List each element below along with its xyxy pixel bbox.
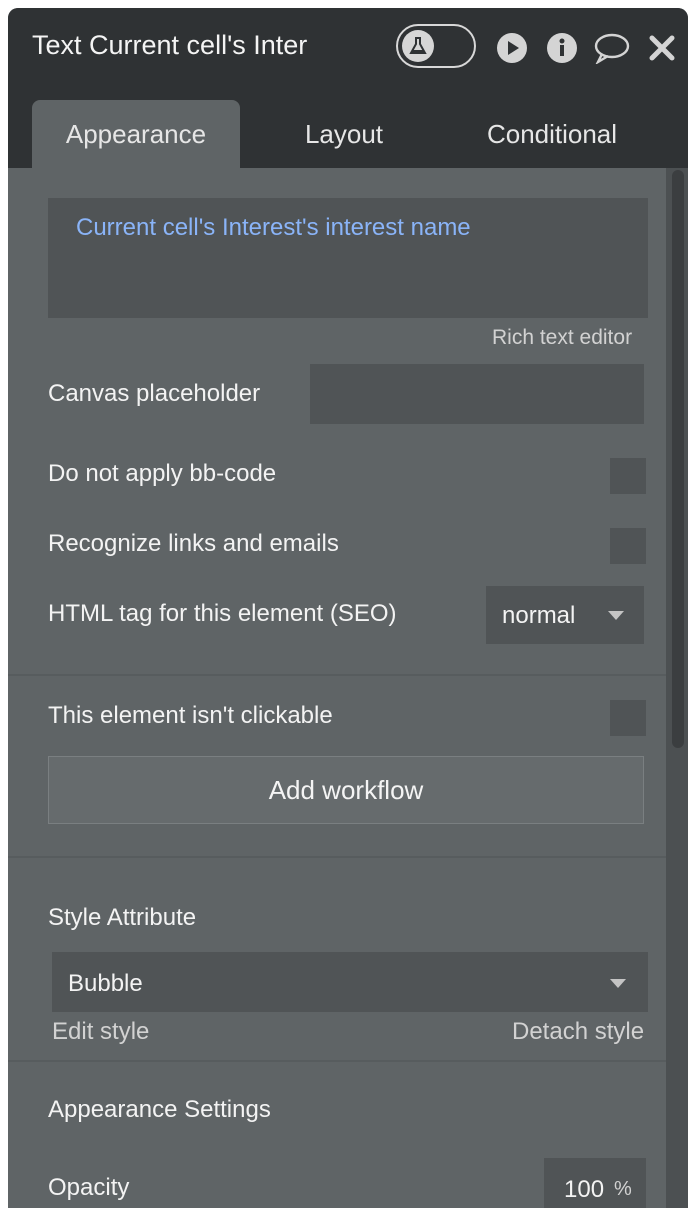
appearance-settings-heading: Appearance Settings xyxy=(48,1096,271,1123)
text-content-editor[interactable]: Current cell's Interest's interest name xyxy=(48,198,648,318)
section-divider xyxy=(8,674,666,676)
test-mode-toggle[interactable] xyxy=(396,24,476,68)
section-divider xyxy=(8,856,666,858)
chevron-down-icon xyxy=(610,979,626,988)
close-icon[interactable] xyxy=(648,32,676,64)
tab-layout[interactable]: Layout xyxy=(240,100,448,168)
html-tag-select[interactable]: normal xyxy=(486,586,644,644)
opacity-unit: % xyxy=(614,1178,632,1200)
play-icon[interactable] xyxy=(496,32,528,64)
not-clickable-checkbox[interactable] xyxy=(610,700,646,736)
style-select[interactable]: Bubble xyxy=(52,952,648,1012)
title-bar: Text Current cell's Inter xyxy=(8,8,688,86)
tab-bar: Appearance Layout Conditional xyxy=(8,86,688,168)
dynamic-expression[interactable]: Current cell's Interest's interest name xyxy=(76,214,471,242)
html-tag-label: HTML tag for this element (SEO) xyxy=(48,600,397,627)
opacity-value: 100 xyxy=(564,1176,605,1203)
canvas-placeholder-label: Canvas placeholder xyxy=(48,380,261,407)
add-workflow-button[interactable]: Add workflow xyxy=(48,756,644,824)
scrollbar-thumb[interactable] xyxy=(672,170,684,748)
canvas-placeholder-input[interactable] xyxy=(310,364,644,424)
no-bbcode-label: Do not apply bb-code xyxy=(48,460,277,487)
style-attribute-label: Style Attribute xyxy=(48,904,197,931)
opacity-input[interactable]: 100 % xyxy=(544,1158,646,1208)
tab-appearance[interactable]: Appearance xyxy=(32,100,240,168)
info-icon[interactable] xyxy=(546,32,578,64)
section-divider xyxy=(8,1060,666,1062)
edit-style-link[interactable]: Edit style xyxy=(52,1018,149,1046)
no-bbcode-checkbox[interactable] xyxy=(610,458,646,494)
rich-text-editor-link[interactable]: Rich text editor xyxy=(492,326,632,350)
flask-icon xyxy=(402,30,434,62)
recognize-links-checkbox[interactable] xyxy=(610,528,646,564)
detach-style-link[interactable]: Detach style xyxy=(512,1018,644,1046)
comment-icon[interactable] xyxy=(594,32,630,64)
html-tag-value: normal xyxy=(502,602,576,629)
not-clickable-label: This element isn't clickable xyxy=(48,702,333,729)
chevron-down-icon xyxy=(608,611,624,620)
recognize-links-label: Recognize links and emails xyxy=(48,530,339,557)
style-value: Bubble xyxy=(68,970,143,997)
panel-title: Text Current cell's Inter xyxy=(32,30,308,60)
opacity-label: Opacity xyxy=(48,1174,130,1201)
property-editor-panel: Text Current cell's Inter Appearance Lay… xyxy=(8,8,688,1208)
tab-conditional[interactable]: Conditional xyxy=(448,100,656,168)
